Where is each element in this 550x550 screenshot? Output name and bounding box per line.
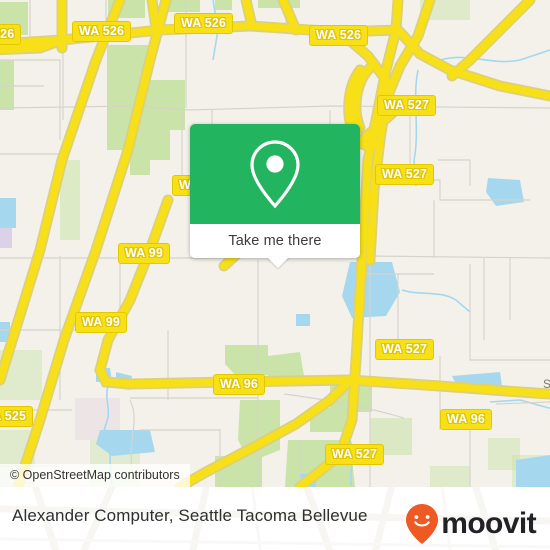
location-pin-icon <box>250 140 300 209</box>
map-screenshot-root: 526 WA 526 WA 526 WA 526 WA 527 WA 527 WA 527 W… <box>0 0 550 550</box>
shield-wa-527-south: WA 527 <box>325 444 385 465</box>
moovit-logo[interactable]: moovit <box>405 503 537 545</box>
shield-wa-527-mid: WA 527 <box>375 339 435 360</box>
footer-bar: Alexander Computer, Seattle Tacoma Belle… <box>0 487 550 550</box>
shield-wa-527-interchange: WA 527 <box>375 164 435 185</box>
moovit-pin-icon <box>406 504 439 544</box>
popup-header <box>190 124 360 224</box>
shield-wa-526-east: WA 526 <box>309 25 369 46</box>
attribution-text: © OpenStreetMap contributors <box>10 468 180 482</box>
place-popup-card[interactable]: Take me there <box>190 124 360 268</box>
shield-wa-526-left-edge: 526 <box>0 24 22 45</box>
popup-pointer <box>267 257 289 268</box>
shield-wa-526-west: WA 526 <box>72 21 132 42</box>
shield-wa-96-east: WA 96 <box>440 409 493 430</box>
shield-wa-99-north: WA 99 <box>118 243 171 264</box>
shield-wa-99-south: WA 99 <box>75 312 128 333</box>
moovit-wordmark: moovit <box>441 507 536 540</box>
map-canvas[interactable]: 526 WA 526 WA 526 WA 526 WA 527 WA 527 WA 527 W… <box>0 0 550 487</box>
shield-wa-526-center: WA 526 <box>174 13 234 34</box>
map-attribution[interactable]: © OpenStreetMap contributors <box>0 464 190 487</box>
place-title: Alexander Computer, Seattle Tacoma Belle… <box>12 506 368 525</box>
map-edge-street-label: S <box>543 377 550 391</box>
shield-wa-96-west: WA 96 <box>213 374 266 395</box>
shield-wa-527-north: WA 527 <box>377 95 437 116</box>
take-me-there-label: Take me there <box>228 233 322 249</box>
shield-wa-525-left-edge: WA 525 <box>0 406 34 427</box>
take-me-there-button[interactable]: Take me there <box>190 224 360 258</box>
